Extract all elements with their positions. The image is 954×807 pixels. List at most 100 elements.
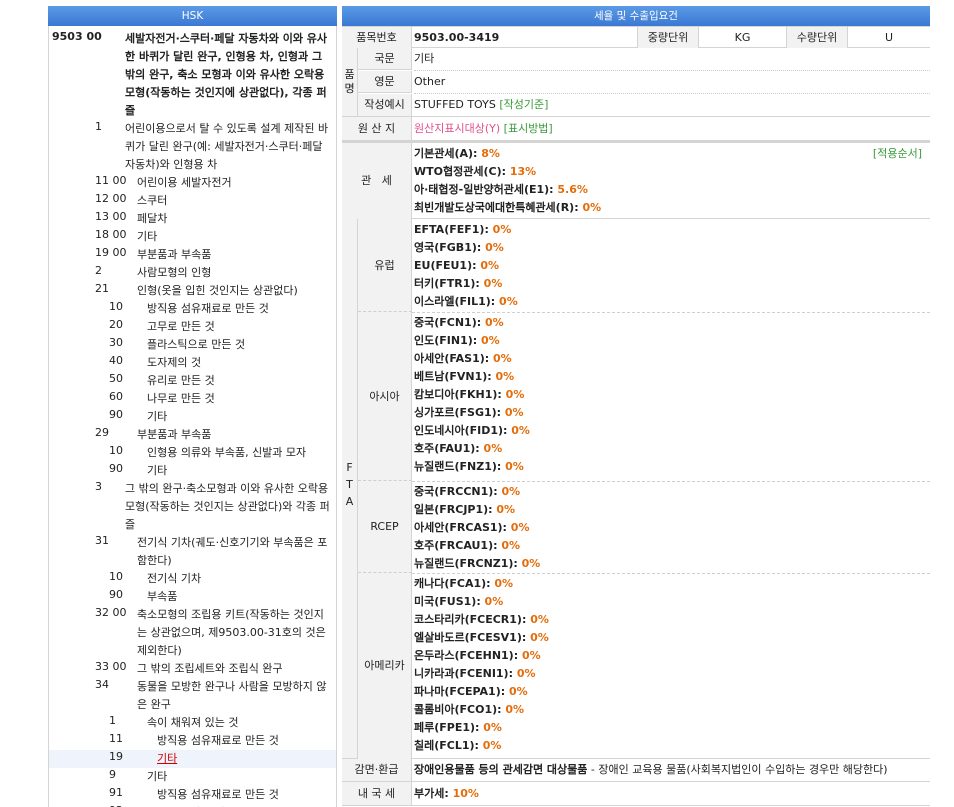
fta-rate: 0% [495, 370, 515, 383]
weight-unit-value: KG [734, 31, 751, 44]
domestic-tax-row: 내 국 세 부가세: 10% [342, 782, 930, 806]
fta-rate: 0% [521, 557, 541, 570]
hsk-row[interactable]: 10 인형용 의류와 부속품, 신발과 모자 [49, 444, 336, 462]
origin-mark-link[interactable]: 원산지표시대상(Y) [414, 122, 500, 135]
fta-rate-item: 엘살바도르(FCESV1): 0% [414, 629, 549, 647]
fta-name: 온두라스(FCEHN1): [414, 649, 522, 662]
example-label: 작성예시 [358, 94, 412, 116]
fta-name: 칠레(FCL1): [414, 739, 483, 752]
item-number-label: 품목번호 [342, 27, 412, 48]
hsk-row[interactable]: 9 기타 [49, 768, 336, 786]
fta-name: 니카라과(FCENI1): [414, 667, 517, 680]
hsk-description: 나무로 만든 것 [147, 392, 215, 405]
hsk-description: 방직용 섬유재료로 만든 것 [157, 788, 279, 801]
hsk-row[interactable]: 10 방직용 섬유재료로 만든 것 [49, 300, 336, 318]
fta-name: 베트남(FVN1): [414, 370, 496, 383]
tariff-rate-item: WTO협정관세(C): 13% [414, 163, 601, 181]
hsk-row[interactable]: 50 유리로 만든 것 [49, 372, 336, 390]
hsk-row[interactable]: 29 부분품과 부속품 [49, 426, 336, 444]
hsk-description: 기타 [147, 770, 168, 783]
fta-rate-list: 중국(FRCCN1): 0% 일본(FRCJP1): 0% 아세안(FRCAS1):… [414, 483, 540, 573]
hsk-description: 기타 [137, 230, 158, 243]
fta-name: 영국(FGB1): [414, 241, 486, 254]
hsk-row[interactable]: 18 00 기타 [49, 228, 336, 246]
hsk-row[interactable]: 31 전기식 기차(궤도·신호기기와 부속품은 포함한다) [49, 534, 336, 570]
hsk-code: 40 [109, 354, 123, 367]
domestic-tax-value: 부가세: 10% [414, 782, 479, 805]
hsk-row[interactable]: 21 인형(옷을 입힌 것인지는 상관없다) [49, 282, 336, 300]
hsk-row[interactable]: 90 기타 [49, 408, 336, 426]
fta-rate: 0% [516, 667, 536, 680]
fta-rate-item: 니카라과(FCENI1): 0% [414, 665, 549, 683]
hsk-row[interactable]: 19 00 부분품과 부속품 [49, 246, 336, 264]
hsk-row[interactable]: 13 00 페달차 [49, 210, 336, 228]
hsk-row[interactable]: 1 속이 채워져 있는 것 [49, 714, 336, 732]
hsk-row[interactable]: 40 도자제의 것 [49, 354, 336, 372]
tariff-rate-list: 기본관세(A): 8% WTO협정관세(C): 13% 아·태협정-일반양허관세(E… [414, 145, 601, 217]
hsk-row[interactable]: 33 00 그 밖의 조립세트와 조립식 완구 [49, 660, 336, 678]
hsk-description: 인형용 의류와 부속품, 신발과 모자 [147, 446, 307, 459]
fta-rate: 0% [530, 631, 549, 644]
fta-region-2: RCEP [358, 481, 412, 573]
hsk-description: 도자제의 것 [147, 356, 202, 369]
fta-rate: 0% [482, 739, 502, 752]
fta-rate-item: 중국(FRCCN1): 0% [414, 483, 540, 501]
hsk-row[interactable]: 32 00 축소모형의 조립용 키트(작동하는 것인지는 상관없으며, 제9503… [49, 606, 336, 660]
hsk-row[interactable]: 91 방직용 섬유재료로 만든 것 [49, 786, 336, 804]
hsk-row[interactable]: 34 동물을 모방한 완구나 사람을 모방하지 않은 완구 [49, 678, 336, 714]
apply-order-link[interactable]: [적용순서] [873, 145, 922, 163]
hsk-code: 11 [109, 732, 123, 745]
hsk-description: 속이 채워져 있는 것 [147, 716, 239, 729]
tariff-name: 아·태협정-일반양허관세(E1): [414, 183, 558, 196]
fta-rate-item: 파나마(FCEPA1): 0% [414, 683, 549, 701]
fta-rate-item: 뉴질랜드(FNZ1): 0% [414, 458, 530, 476]
hsk-description: 고무로 만든 것 [147, 320, 215, 333]
fta-rate: 0% [499, 295, 518, 308]
hsk-row[interactable]: 20 고무로 만든 것 [49, 318, 336, 336]
fta-rate: 0% [485, 241, 504, 254]
hsk-header: HSK [48, 6, 337, 26]
hsk-description: 어린이용으로서 탈 수 있도록 설계 제작된 바퀴가 달린 완구(예: 세발자전… [125, 122, 329, 171]
vat-rate: 10% [452, 787, 479, 800]
fta-rate-item: 호주(FAU1): 0% [414, 440, 530, 458]
fta-rate: 0% [483, 442, 503, 455]
hsk-code: 19 00 [95, 246, 127, 259]
hsk-row[interactable]: 9503 00 세발자전거·스쿠터·페달 자동차와 이와 유사한 바퀴가 달린 완… [49, 30, 336, 120]
hsk-code: 10 [109, 300, 123, 313]
korean-name-value: 기타 [414, 52, 435, 65]
hsk-code: 90 [109, 588, 123, 601]
hsk-row[interactable]: 30 플라스틱으로 만든 것 [49, 336, 336, 354]
hsk-code: 21 [95, 282, 109, 295]
hsk-row[interactable]: 1 어린이용으로서 탈 수 있도록 설계 제작된 바퀴가 달린 완구(예: 세발자… [49, 120, 336, 174]
reduction-label: 감면·환급 [342, 759, 412, 781]
hsk-row[interactable]: 10 전기식 기차 [49, 570, 336, 588]
hsk-description: 세발자전거·스쿠터·페달 자동차와 이와 유사한 바퀴가 달린 완구, 인형용 … [125, 32, 328, 117]
hsk-row[interactable]: 90 기타 [49, 462, 336, 480]
fta-name: 코스타리카(FCECR1): [414, 613, 531, 626]
hsk-row[interactable]: 19 기타 [49, 750, 336, 768]
hsk-description: 유리로 만든 것 [147, 374, 215, 387]
writing-standard-link[interactable]: [작성기준] [499, 98, 548, 111]
hsk-row[interactable]: 3 그 밖의 완구·축소모형과 이와 유사한 오락용 모형(작동하는 것인지는 상… [49, 480, 336, 534]
hsk-row[interactable]: 90 부속품 [49, 588, 336, 606]
hsk-description: 기타 [147, 464, 168, 477]
hsk-row[interactable]: 60 나무로 만든 것 [49, 390, 336, 408]
hsk-row[interactable]: 11 00 어린이용 세발자전거 [49, 174, 336, 192]
hsk-code: 12 00 [95, 192, 127, 205]
hsk-description: 스쿠터 [137, 194, 168, 207]
fta-rate-item: 칠레(FCL1): 0% [414, 737, 549, 755]
item-name-group: 품명 국문 기타 영문 Other 작성예시 STUFFED TOYS [작성기… [342, 48, 930, 117]
example-value: STUFFED TOYS [작성기준] [414, 94, 548, 116]
hsk-code: 32 00 [95, 606, 127, 619]
hsk-row[interactable]: 2 사람모형의 인형 [49, 264, 336, 282]
hsk-code: 9 [109, 768, 116, 781]
reduction-detail: - 장애인 교육용 물품(사회복지법인이 수입하는 경우만 해당한다) [587, 763, 888, 776]
fta-rate-item: EU(FEU1): 0% [414, 257, 518, 275]
marking-method-link[interactable]: [표시방법] [504, 122, 553, 135]
hsk-row[interactable]: 11 방직용 섬유재료로 만든 것 [49, 732, 336, 750]
hsk-code: 90 [109, 462, 123, 475]
item-number-row: 품목번호 9503.00-3419 중량단위 KG 수량단위 U [342, 26, 930, 48]
hsk-row[interactable]: 12 00 스쿠터 [49, 192, 336, 210]
weight-unit-label: 중량단위 [637, 27, 699, 48]
domestic-tax-label: 내 국 세 [342, 782, 412, 805]
